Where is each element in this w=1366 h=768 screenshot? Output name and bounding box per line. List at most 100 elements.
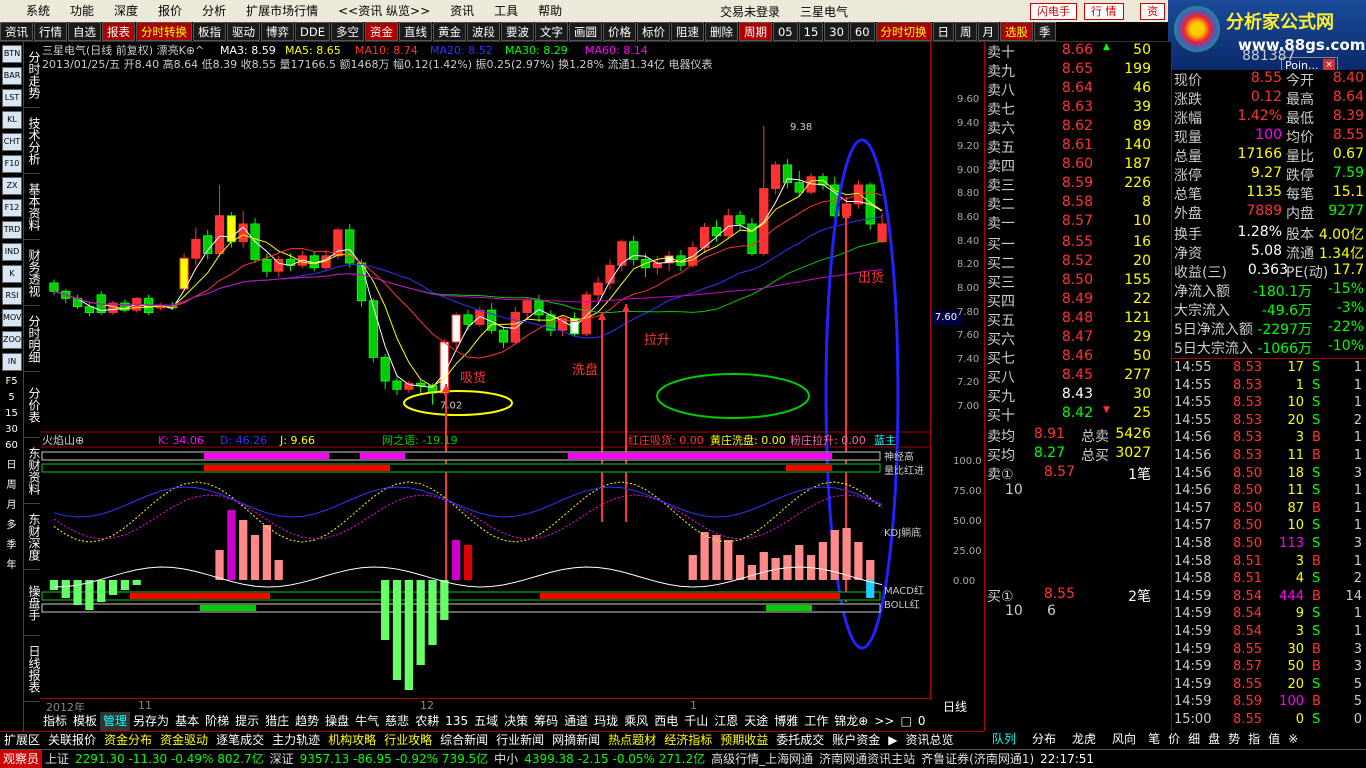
right-tab[interactable]: 盘: [1204, 731, 1224, 749]
news-button[interactable]: 资: [1140, 3, 1165, 20]
tool-icon[interactable]: RSI: [2, 287, 22, 305]
toolbar-button[interactable]: 行情: [34, 22, 67, 41]
toolbar-button[interactable]: 资讯: [0, 22, 33, 41]
tool-icon[interactable]: IN: [2, 353, 22, 371]
period-label[interactable]: 60: [0, 440, 23, 451]
function-tab[interactable]: 预期收益: [716, 732, 772, 749]
menu-item[interactable]: 帮助: [528, 0, 572, 22]
function-tab[interactable]: 主力轨迹: [268, 732, 324, 749]
indicator-tab[interactable]: 操盘: [322, 712, 352, 731]
function-tab[interactable]: 关联报价: [44, 732, 100, 749]
toolbar-button[interactable]: 要波: [500, 22, 534, 41]
menu-item[interactable]: 深度: [104, 0, 148, 22]
menu-item[interactable]: 功能: [60, 0, 104, 22]
function-tab[interactable]: 资讯总览: [901, 732, 957, 749]
function-tab[interactable]: 委托成交: [772, 732, 828, 749]
toolbar-button[interactable]: 报表: [102, 22, 135, 41]
toolbar-button[interactable]: 阻速: [670, 22, 704, 41]
tool-icon[interactable]: IND: [2, 243, 22, 261]
indicator-tab[interactable]: 阶梯: [202, 712, 232, 731]
quote-button[interactable]: 行 情: [1084, 3, 1124, 20]
toolbar-button[interactable]: 直线: [398, 22, 432, 41]
indicator-tab[interactable]: >>: [871, 712, 897, 731]
menu-item[interactable]: 扩展市场行情: [236, 0, 328, 22]
side-tab[interactable]: 日线报表: [24, 636, 41, 702]
indicator-tab[interactable]: 管理: [100, 712, 131, 731]
menu-item[interactable]: 分析: [192, 0, 236, 22]
tool-icon[interactable]: LST: [2, 89, 22, 107]
indicator-tab[interactable]: □: [897, 712, 914, 731]
toolbar-button[interactable]: 文字: [534, 22, 568, 41]
indicator-tab[interactable]: 天途: [741, 712, 771, 731]
function-tab[interactable]: 行业新闻: [492, 732, 548, 749]
toolbar-button[interactable]: 选股: [1000, 22, 1034, 41]
side-tab[interactable]: 分价表: [24, 372, 41, 438]
side-tab[interactable]: 操盘手: [24, 570, 41, 636]
toolbar-button[interactable]: 多空: [330, 22, 364, 41]
indicator-tab[interactable]: 提示: [232, 712, 262, 731]
period-label[interactable]: F5: [0, 376, 23, 387]
tool-icon[interactable]: BAR: [2, 67, 22, 85]
side-tab[interactable]: 东财深度: [24, 504, 41, 570]
menu-item[interactable]: 报价: [148, 0, 192, 22]
indicator-tab[interactable]: 慈悲: [382, 712, 412, 731]
indicator-tab[interactable]: 指标: [40, 712, 70, 731]
period-label[interactable]: 5: [0, 392, 23, 403]
menu-item[interactable]: 资讯: [440, 0, 484, 22]
right-tab[interactable]: 龙虎: [1064, 731, 1104, 749]
function-tab[interactable]: 网摘新闻: [548, 732, 604, 749]
side-tab[interactable]: 财务透视: [24, 240, 41, 306]
toolbar-button[interactable]: 价格: [602, 22, 636, 41]
side-tab[interactable]: 技术分析: [24, 108, 41, 174]
toolbar-button[interactable]: 周期: [738, 22, 772, 41]
toolbar-button[interactable]: 黄金: [432, 22, 466, 41]
toolbar-button[interactable]: DDE: [295, 22, 330, 41]
function-tab[interactable]: 账户资金: [828, 732, 884, 749]
toolbar-button[interactable]: 分时转换: [136, 22, 192, 41]
indicator-tab[interactable]: 猎庄: [262, 712, 292, 731]
toolbar-button[interactable]: 30: [824, 22, 849, 41]
indicator-tab[interactable]: 0: [915, 712, 929, 731]
function-tab[interactable]: 资金分布: [100, 732, 156, 749]
indicator-tab[interactable]: 五域: [471, 712, 501, 731]
indicator-tab[interactable]: 工作: [801, 712, 831, 731]
side-tab[interactable]: 分时明细: [24, 306, 41, 372]
right-tab[interactable]: 笔: [1144, 731, 1164, 749]
indicator-tab[interactable]: 博雅: [771, 712, 801, 731]
tool-icon[interactable]: F12: [2, 199, 22, 217]
tool-icon[interactable]: ZOOM: [2, 331, 28, 349]
tool-icon[interactable]: TRD: [2, 221, 22, 239]
tool-icon[interactable]: CHT: [2, 133, 22, 151]
indicator-tab[interactable]: 趋势: [292, 712, 322, 731]
indicator-tab[interactable]: 牛气: [352, 712, 382, 731]
toolbar-button[interactable]: 资金: [364, 22, 398, 41]
tool-icon[interactable]: K: [2, 265, 22, 283]
function-tab[interactable]: 逐笔成交: [212, 732, 268, 749]
toolbar-button[interactable]: 波段: [466, 22, 500, 41]
function-tab[interactable]: 资金驱动: [156, 732, 212, 749]
toolbar-button[interactable]: 05: [772, 22, 798, 41]
toolbar-button[interactable]: 季: [1034, 22, 1056, 41]
indicator-tab[interactable]: 玛珑: [591, 712, 621, 731]
period-label[interactable]: 月: [0, 496, 23, 511]
right-tab[interactable]: 分布: [1024, 731, 1064, 749]
tool-icon[interactable]: ZX: [2, 177, 22, 195]
tool-icon[interactable]: MOV: [2, 309, 22, 327]
indicator-tab[interactable]: 基本: [172, 712, 202, 731]
side-tab[interactable]: 分时走势: [24, 42, 41, 108]
login-status[interactable]: 交易未登录: [720, 3, 780, 20]
toolbar-button[interactable]: 15: [798, 22, 824, 41]
side-tab[interactable]: 基本资料: [24, 174, 41, 240]
period-label[interactable]: 30: [0, 424, 23, 435]
indicator-tab[interactable]: 另存为: [130, 712, 172, 731]
indicator-tab[interactable]: 通道: [561, 712, 591, 731]
tool-icon[interactable]: KL: [2, 111, 22, 129]
toolbar-button[interactable]: 60: [849, 22, 875, 41]
period-label[interactable]: 年: [0, 556, 23, 571]
right-tab[interactable]: 指: [1244, 731, 1264, 749]
right-tab[interactable]: 细: [1184, 731, 1204, 749]
period-label[interactable]: 季: [0, 536, 23, 551]
function-tab[interactable]: ▶: [884, 732, 901, 749]
right-tab[interactable]: 势: [1224, 731, 1244, 749]
function-tab[interactable]: 机构攻略: [324, 732, 380, 749]
